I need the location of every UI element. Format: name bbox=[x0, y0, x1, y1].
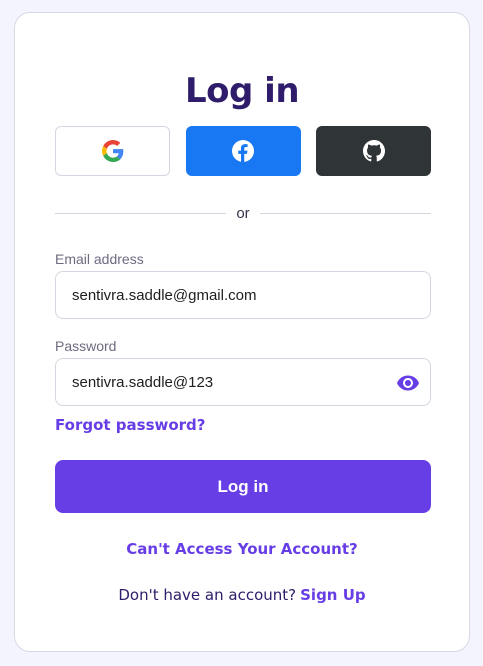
login-button[interactable]: Log in bbox=[55, 460, 431, 513]
forgot-password-link[interactable]: Forgot password? bbox=[55, 416, 206, 434]
password-label: Password bbox=[55, 338, 117, 354]
email-value: sentivra.saddle@gmail.com bbox=[72, 286, 257, 304]
divider-line bbox=[55, 212, 227, 214]
facebook-icon bbox=[232, 140, 254, 162]
password-value: sentivra.saddle@123 bbox=[72, 373, 214, 391]
email-field[interactable]: sentivra.saddle@gmail.com bbox=[55, 271, 431, 319]
divider-text: or bbox=[236, 204, 250, 222]
signup-prompt: Don't have an account? bbox=[118, 586, 297, 604]
password-field[interactable]: sentivra.saddle@123 bbox=[55, 358, 431, 406]
social-login-row bbox=[55, 126, 431, 176]
signup-link[interactable]: Sign Up bbox=[300, 586, 366, 604]
login-card: Log in or Email address sentivra.saddle@… bbox=[14, 12, 470, 652]
facebook-login-button[interactable] bbox=[185, 126, 301, 176]
google-icon bbox=[101, 140, 123, 162]
divider-line bbox=[259, 212, 431, 214]
google-login-button[interactable] bbox=[55, 126, 170, 176]
github-icon bbox=[362, 140, 385, 162]
or-divider: or bbox=[55, 203, 431, 223]
eye-icon[interactable] bbox=[396, 371, 420, 395]
cant-access-link[interactable]: Can't Access Your Account? bbox=[15, 540, 469, 558]
signup-row: Don't have an account? Sign Up bbox=[15, 586, 469, 604]
page-title: Log in bbox=[184, 71, 300, 111]
github-login-button[interactable] bbox=[316, 126, 431, 176]
email-label: Email address bbox=[55, 251, 144, 267]
